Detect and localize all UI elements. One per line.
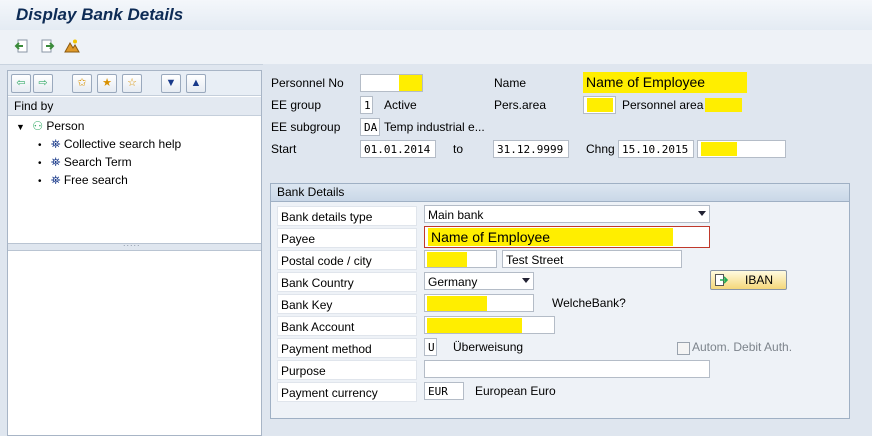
redaction-mark xyxy=(427,318,522,333)
name-label: Name xyxy=(494,76,527,90)
chng-label: Chng xyxy=(586,142,615,156)
bank-key-field[interactable] xyxy=(424,294,534,312)
debit-auth-label: Autom. Debit Auth. xyxy=(692,340,793,354)
end-date-field[interactable]: 31.12.9999 xyxy=(493,140,569,158)
bank-key-label: Bank Key xyxy=(277,294,417,314)
start-label: Start xyxy=(271,142,297,156)
payee-label: Payee xyxy=(277,228,417,248)
redaction-mark xyxy=(705,98,742,112)
bank-account-field[interactable] xyxy=(424,316,555,334)
bank-details-title: Bank Details xyxy=(277,185,345,199)
window-title: Display Bank Details xyxy=(16,5,184,24)
payment-method-text: Überweisung xyxy=(453,340,524,354)
collapse-icon[interactable]: ▲ xyxy=(186,74,206,93)
changed-by-field[interactable] xyxy=(697,140,786,158)
bank-details-group: Bank Details Bank details type Main bank… xyxy=(270,183,850,419)
payment-currency-code[interactable]: EUR xyxy=(424,382,464,400)
expand-icon[interactable]: ▼ xyxy=(161,74,181,93)
pers-area-code[interactable] xyxy=(583,96,616,114)
payment-method-code[interactable]: U xyxy=(424,338,437,356)
tree-item-search-term[interactable]: • ⛯ Search Term xyxy=(38,153,132,171)
person-icon: ⚇ xyxy=(32,119,44,133)
start-date-field[interactable]: 01.01.2014 xyxy=(360,140,436,158)
payment-currency-text: European Euro xyxy=(475,384,556,398)
bank-name-text: WelcheBank? xyxy=(552,296,626,310)
bank-details-type-select[interactable]: Main bank xyxy=(424,205,710,223)
ee-group-label: EE group xyxy=(271,98,322,112)
iban-icon xyxy=(715,274,729,286)
changed-date-field[interactable]: 15.10.2015 xyxy=(618,140,694,158)
binoculars-icon: ⛯ xyxy=(50,137,61,151)
ee-subgroup-label: EE subgroup xyxy=(271,120,341,134)
previous-record-icon[interactable] xyxy=(14,38,30,54)
back-icon[interactable]: ⇦ xyxy=(11,74,31,93)
overview-icon[interactable] xyxy=(64,38,80,54)
debit-auth-checkbox[interactable] xyxy=(677,342,690,355)
name-field[interactable]: Name of Employee xyxy=(583,72,747,93)
favorite-icon[interactable]: ★ xyxy=(97,74,117,93)
tree-item-free-search[interactable]: • ⛯ Free search xyxy=(38,171,128,189)
redaction-mark xyxy=(701,142,737,156)
pers-area-label: Pers.area xyxy=(494,98,547,112)
navigation-pane: ⇦ ⇨ ✩ ★ ☆ ▼ ▲ Find by ▼ ⚇ Person • ⛯ Col… xyxy=(7,70,262,436)
personnel-no-label: Personnel No xyxy=(271,76,344,90)
iban-button[interactable]: IBAN xyxy=(710,270,787,290)
binoculars-icon: ⛯ xyxy=(50,155,61,169)
ee-subgroup-text: Temp industrial e... xyxy=(384,120,485,134)
redaction-mark xyxy=(587,98,613,112)
redaction-mark xyxy=(399,75,422,91)
redaction-mark xyxy=(427,252,467,267)
find-by-label: Find by xyxy=(14,99,54,113)
purpose-field[interactable] xyxy=(424,360,710,378)
chevron-down-icon[interactable] xyxy=(698,211,706,216)
postal-code-field[interactable] xyxy=(424,250,497,268)
payee-field[interactable]: Name of Employee xyxy=(424,226,710,248)
edit-favorite-icon[interactable]: ☆ xyxy=(122,74,142,93)
bank-details-header: Bank Details xyxy=(271,184,849,202)
find-by-header: Find by xyxy=(8,97,261,116)
bank-country-label: Bank Country xyxy=(277,272,417,292)
add-favorite-icon[interactable]: ✩ xyxy=(72,74,92,93)
bank-country-select[interactable]: Germany xyxy=(424,272,534,290)
payment-method-label: Payment method xyxy=(277,338,417,358)
application-toolbar xyxy=(0,30,872,65)
title-bar: Display Bank Details xyxy=(0,0,872,30)
ee-subgroup-code[interactable]: DA xyxy=(360,118,380,136)
tree-item-collective-search[interactable]: • ⛯ Collective search help xyxy=(38,135,181,153)
tree-expand-icon[interactable]: ▼ xyxy=(16,122,25,132)
next-record-icon[interactable] xyxy=(39,38,55,54)
pers-area-text: Personnel area xyxy=(622,98,704,112)
tree-node-person[interactable]: ▼ ⚇ Person xyxy=(16,117,84,135)
pane-splitter[interactable]: ..... xyxy=(8,238,261,251)
chevron-down-icon[interactable] xyxy=(522,278,530,283)
ee-group-text: Active xyxy=(384,98,417,112)
bank-details-type-label: Bank details type xyxy=(277,206,417,226)
city-field[interactable]: Test Street xyxy=(502,250,682,268)
postal-code-label: Postal code / city xyxy=(277,250,417,270)
navigation-toolbar: ⇦ ⇨ ✩ ★ ☆ ▼ ▲ xyxy=(8,71,261,96)
redaction-mark xyxy=(427,296,487,311)
forward-icon[interactable]: ⇨ xyxy=(33,74,53,93)
bank-account-label: Bank Account xyxy=(277,316,417,336)
ee-group-code[interactable]: 1 xyxy=(360,96,373,114)
purpose-label: Purpose xyxy=(277,360,417,380)
personnel-no-field[interactable] xyxy=(360,74,423,92)
payment-currency-label: Payment currency xyxy=(277,382,417,402)
to-label: to xyxy=(453,142,464,156)
binoculars-icon: ⛯ xyxy=(50,173,61,187)
